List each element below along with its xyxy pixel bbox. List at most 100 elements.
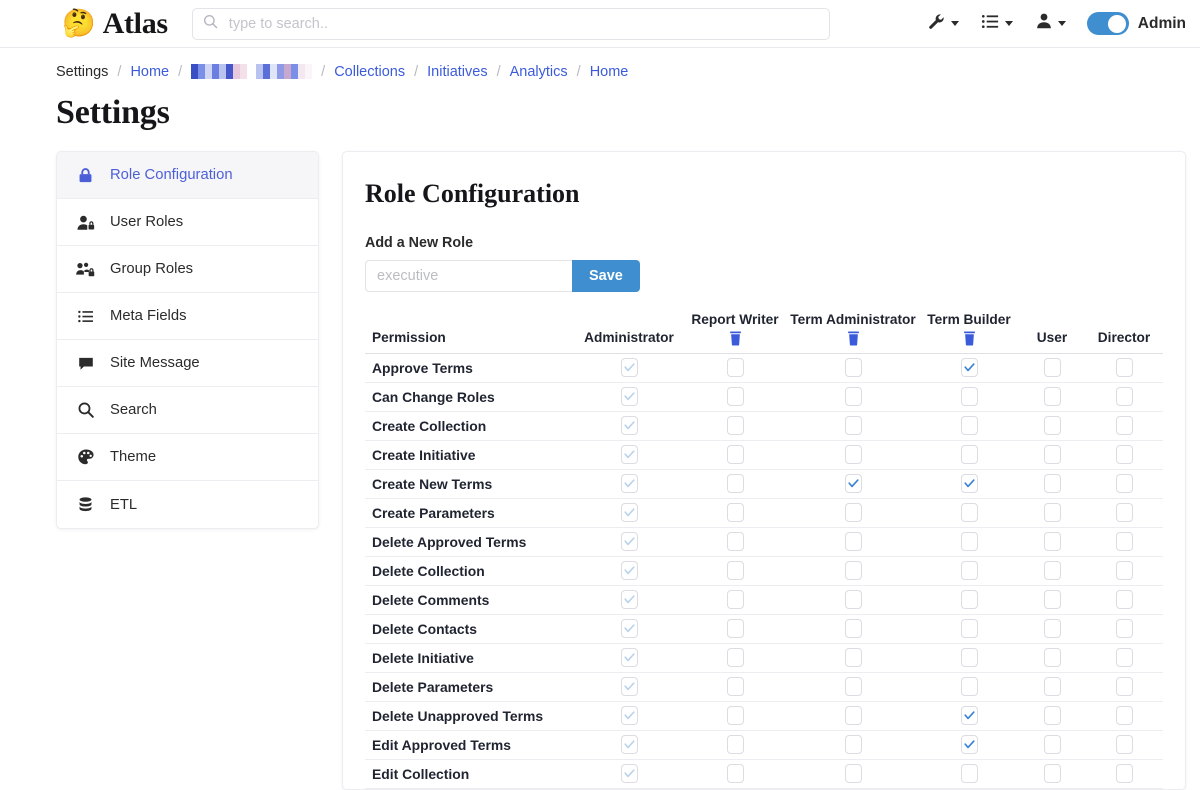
permission-checkbox-report-writer[interactable] [727, 619, 744, 638]
sidebar-item-group-roles[interactable]: Group Roles [57, 246, 318, 293]
app-brand[interactable]: 🤔 Atlas [62, 7, 168, 41]
permission-checkbox-term-builder[interactable] [961, 561, 978, 580]
permission-checkbox-user[interactable] [1044, 764, 1061, 783]
breadcrumb-item[interactable]: Initiatives [427, 64, 487, 80]
permission-checkbox-user[interactable] [1044, 416, 1061, 435]
permission-checkbox-term-builder[interactable] [961, 474, 978, 493]
permission-checkbox-director[interactable] [1116, 358, 1133, 377]
permission-checkbox-term-administrator[interactable] [845, 590, 862, 609]
permission-checkbox-term-builder[interactable] [961, 735, 978, 754]
permission-checkbox-director[interactable] [1116, 503, 1133, 522]
new-role-input[interactable] [365, 260, 572, 292]
permission-checkbox-term-builder[interactable] [961, 619, 978, 638]
permission-checkbox-term-builder[interactable] [961, 764, 978, 783]
account-menu-button[interactable] [1024, 8, 1077, 39]
permission-checkbox-term-builder[interactable] [961, 532, 978, 551]
permission-checkbox-term-administrator[interactable] [845, 474, 862, 493]
permission-checkbox-term-administrator[interactable] [845, 648, 862, 667]
permission-checkbox-term-administrator[interactable] [845, 706, 862, 725]
permission-checkbox-user[interactable] [1044, 590, 1061, 609]
permission-checkbox-report-writer[interactable] [727, 532, 744, 551]
permission-checkbox-report-writer[interactable] [727, 735, 744, 754]
permission-checkbox-director[interactable] [1116, 416, 1133, 435]
admin-toggle-switch[interactable] [1087, 12, 1129, 35]
permission-checkbox-term-builder[interactable] [961, 706, 978, 725]
permission-checkbox-term-administrator[interactable] [845, 416, 862, 435]
permission-checkbox-term-builder[interactable] [961, 503, 978, 522]
sidebar-item-site-message[interactable]: Site Message [57, 340, 318, 387]
permission-checkbox-term-administrator[interactable] [845, 503, 862, 522]
delete-role-trash-icon[interactable] [963, 331, 976, 346]
permission-checkbox-user[interactable] [1044, 677, 1061, 696]
permission-checkbox-user[interactable] [1044, 445, 1061, 464]
permission-checkbox-user[interactable] [1044, 358, 1061, 377]
breadcrumb-item[interactable]: Analytics [510, 64, 568, 80]
permission-checkbox-term-builder[interactable] [961, 445, 978, 464]
permission-checkbox-report-writer[interactable] [727, 358, 744, 377]
breadcrumb-item[interactable]: Collections [334, 64, 405, 80]
permission-checkbox-report-writer[interactable] [727, 561, 744, 580]
permission-checkbox-user[interactable] [1044, 561, 1061, 580]
permission-checkbox-user[interactable] [1044, 532, 1061, 551]
permission-checkbox-term-administrator[interactable] [845, 387, 862, 406]
permission-checkbox-term-builder[interactable] [961, 590, 978, 609]
permission-checkbox-director[interactable] [1116, 619, 1133, 638]
permission-checkbox-user[interactable] [1044, 387, 1061, 406]
permission-checkbox-term-administrator[interactable] [845, 358, 862, 377]
permission-checkbox-director[interactable] [1116, 677, 1133, 696]
permission-checkbox-term-administrator[interactable] [845, 677, 862, 696]
permission-checkbox-director[interactable] [1116, 387, 1133, 406]
permission-checkbox-user[interactable] [1044, 503, 1061, 522]
permission-checkbox-term-administrator[interactable] [845, 619, 862, 638]
permission-checkbox-report-writer[interactable] [727, 677, 744, 696]
permission-checkbox-term-administrator[interactable] [845, 735, 862, 754]
sidebar-item-role-configuration[interactable]: Role Configuration [57, 152, 318, 199]
permission-checkbox-report-writer[interactable] [727, 445, 744, 464]
lists-menu-button[interactable] [970, 8, 1024, 40]
sidebar-item-etl[interactable]: ETL [57, 481, 318, 528]
admin-toggle-group[interactable]: Admin [1087, 12, 1186, 35]
delete-role-trash-icon[interactable] [847, 331, 860, 346]
permission-checkbox-report-writer[interactable] [727, 590, 744, 609]
global-search[interactable] [192, 8, 830, 40]
delete-role-trash-icon[interactable] [729, 331, 742, 346]
permission-checkbox-user[interactable] [1044, 619, 1061, 638]
permission-checkbox-term-builder[interactable] [961, 358, 978, 377]
tools-menu-button[interactable] [916, 8, 970, 40]
permission-checkbox-director[interactable] [1116, 445, 1133, 464]
permission-checkbox-report-writer[interactable] [727, 648, 744, 667]
permission-checkbox-user[interactable] [1044, 648, 1061, 667]
permission-checkbox-term-administrator[interactable] [845, 532, 862, 551]
permission-checkbox-term-administrator[interactable] [845, 445, 862, 464]
breadcrumb-item[interactable]: Home [130, 64, 169, 80]
permission-checkbox-term-administrator[interactable] [845, 764, 862, 783]
sidebar-item-theme[interactable]: Theme [57, 434, 318, 481]
permission-checkbox-term-administrator[interactable] [845, 561, 862, 580]
permission-checkbox-term-builder[interactable] [961, 416, 978, 435]
breadcrumb-item[interactable]: Home [590, 64, 629, 80]
save-role-button[interactable]: Save [572, 260, 640, 292]
permission-checkbox-term-builder[interactable] [961, 387, 978, 406]
sidebar-item-meta-fields[interactable]: Meta Fields [57, 293, 318, 340]
permission-checkbox-report-writer[interactable] [727, 706, 744, 725]
permission-checkbox-user[interactable] [1044, 706, 1061, 725]
permission-checkbox-director[interactable] [1116, 590, 1133, 609]
sidebar-item-search[interactable]: Search [57, 387, 318, 434]
permission-checkbox-report-writer[interactable] [727, 474, 744, 493]
permission-checkbox-director[interactable] [1116, 561, 1133, 580]
search-input[interactable] [227, 15, 819, 33]
permission-checkbox-director[interactable] [1116, 764, 1133, 783]
permission-checkbox-director[interactable] [1116, 735, 1133, 754]
permission-checkbox-report-writer[interactable] [727, 416, 744, 435]
permission-checkbox-user[interactable] [1044, 474, 1061, 493]
permission-checkbox-director[interactable] [1116, 706, 1133, 725]
permission-checkbox-term-builder[interactable] [961, 677, 978, 696]
permission-checkbox-term-builder[interactable] [961, 648, 978, 667]
sidebar-item-user-roles[interactable]: User Roles [57, 199, 318, 246]
permission-checkbox-report-writer[interactable] [727, 503, 744, 522]
permission-checkbox-director[interactable] [1116, 648, 1133, 667]
permission-checkbox-director[interactable] [1116, 474, 1133, 493]
permission-checkbox-report-writer[interactable] [727, 387, 744, 406]
permission-checkbox-director[interactable] [1116, 532, 1133, 551]
permission-checkbox-report-writer[interactable] [727, 764, 744, 783]
